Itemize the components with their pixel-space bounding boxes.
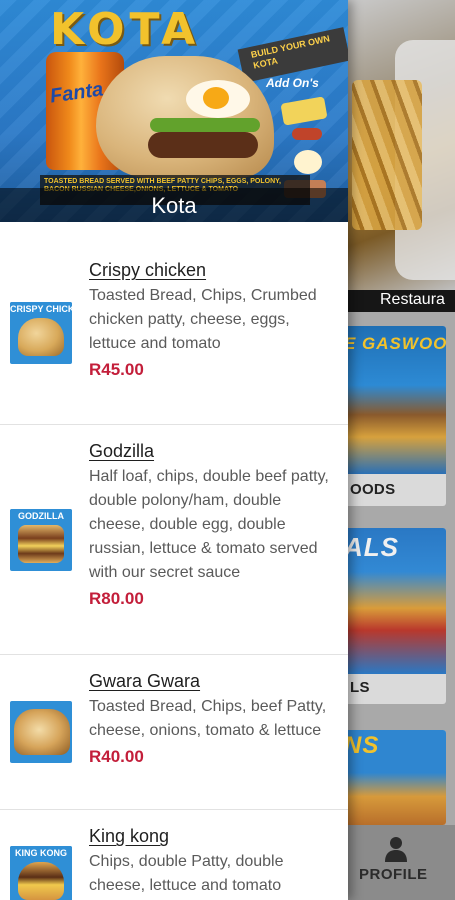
category-card-caption: OODS [350, 481, 396, 498]
menu-item-description: Toasted Bread, Chips, Crumbed chicken pa… [89, 287, 317, 352]
restaurant-tab-label[interactable]: Restaura [380, 291, 445, 309]
thumbnail-caption: GODZILLA [18, 511, 64, 521]
menu-item-godzilla[interactable]: GODZILLA Godzilla Half loaf, chips, doub… [0, 425, 348, 655]
drawer-header-banner: KOTA BUILD YOUR OWN KOTA Add On's Fanta … [0, 0, 348, 222]
category-card-meals[interactable]: ALS LS [344, 528, 446, 704]
menu-item-thumbnail: CRISPY CHICKEN [10, 302, 72, 364]
patty-layer [148, 132, 258, 158]
addons-label: Add On's [266, 76, 319, 90]
menu-item-name[interactable]: Godzilla [89, 439, 329, 463]
menu-item-description: Half loaf, chips, double beef patty, dou… [89, 468, 329, 581]
menu-item-list: CRISPY CHICKEN Crispy chicken Toasted Br… [0, 222, 348, 900]
thumbnail-caption: CRISPY CHICKEN [10, 304, 72, 314]
menu-item-price: R45.00 [89, 360, 144, 379]
category-card-title: NS [344, 732, 380, 759]
soda-can-label: Fanta [48, 78, 105, 108]
addon-sausage-image [292, 128, 322, 140]
menu-item-thumbnail: KING KONG [10, 846, 72, 900]
lettuce-layer [150, 118, 260, 132]
menu-item-king-kong[interactable]: KING KONG King kong Chips, double Patty,… [0, 810, 348, 900]
category-card-foods[interactable]: E GASWOOD OODS [344, 326, 446, 506]
menu-item-price: R40.00 [89, 747, 144, 766]
category-card-title: ALS [344, 532, 399, 562]
kota-menu-drawer: KOTA BUILD YOUR OWN KOTA Add On's Fanta … [0, 0, 348, 900]
banner-brand-text: KOTA [50, 4, 201, 55]
thumbnail-caption: KING KONG [14, 848, 67, 858]
profile-nav-label[interactable]: PROFILE [359, 866, 428, 883]
menu-item-crispy-chicken[interactable]: CRISPY CHICKEN Crispy chicken Toasted Br… [0, 222, 348, 425]
menu-item-price: R80.00 [89, 589, 144, 608]
menu-item-thumbnail: GODZILLA [10, 509, 72, 571]
menu-item-name[interactable]: Gwara Gwara [89, 669, 329, 693]
menu-item-description: Toasted Bread, Chips, beef Patty, cheese… [89, 698, 327, 739]
addon-egg-image [294, 150, 322, 174]
menu-item-gwara-gwara[interactable]: Gwara Gwara Toasted Bread, Chips, beef P… [0, 655, 348, 810]
menu-item-name[interactable]: King kong [89, 824, 329, 848]
egg-yolk-image [203, 87, 229, 109]
menu-item-description: Chips, double Patty, double cheese, lett… [89, 853, 284, 894]
menu-item-thumbnail [10, 701, 72, 763]
category-card-caption: LS [350, 679, 370, 696]
category-card-combos[interactable]: NS [344, 730, 446, 825]
profile-icon[interactable] [384, 836, 408, 862]
menu-item-name[interactable]: Crispy chicken [89, 258, 329, 282]
category-card-title: E GASWOOD [344, 334, 446, 353]
hero-fries-image [352, 80, 422, 230]
drawer-title: Kota [151, 193, 197, 218]
